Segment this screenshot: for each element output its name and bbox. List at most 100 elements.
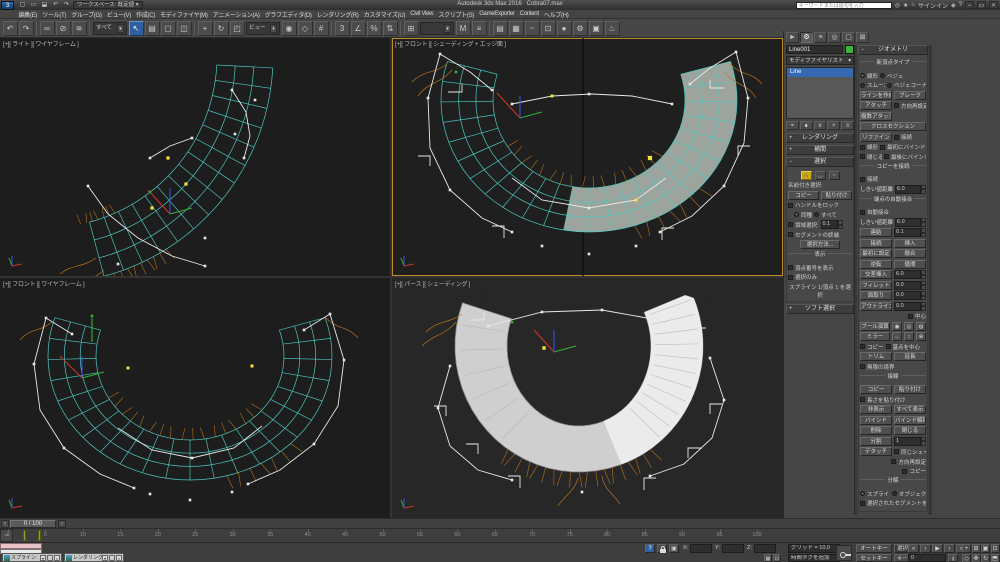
tab-hierarchy[interactable]: ≡ <box>814 32 827 43</box>
select-scale-button[interactable]: ◰ <box>230 21 245 36</box>
alike-radio[interactable] <box>794 212 799 217</box>
communication-center-icon[interactable]: ◈ <box>951 2 956 9</box>
menu-item-8[interactable]: レンダリング(R) <box>314 10 361 19</box>
segment-end-checkbox[interactable] <box>788 232 793 237</box>
close-icon[interactable]: × <box>54 555 60 561</box>
rollout-rendering[interactable]: +レンダリング <box>786 133 854 143</box>
search-icon[interactable]: ◎ <box>895 2 900 9</box>
named-selection-paste-button[interactable]: 貼り付け <box>821 191 852 200</box>
boolean-subtract-icon[interactable]: ◎ <box>904 322 914 331</box>
checkbox[interactable] <box>860 364 865 369</box>
undo-icon[interactable]: ↶ <box>51 1 60 9</box>
radio[interactable] <box>860 83 865 88</box>
align-button[interactable]: ≡ <box>472 21 487 36</box>
time-tag-field[interactable]: 時間タグを追加 <box>788 554 840 562</box>
button-接続[interactable]: 接続 <box>860 239 892 248</box>
spinner-arrows[interactable] <box>921 281 926 290</box>
button-非表示[interactable]: 非表示 <box>860 405 892 414</box>
orbit-button[interactable]: ↻ <box>981 554 990 562</box>
time-slider[interactable]: ‹ 0 / 100 › <box>0 518 1000 528</box>
set-key-button[interactable]: セットキー <box>856 554 892 562</box>
auto-key-button[interactable]: オートキー <box>856 544 892 553</box>
restore-icon[interactable]: ▾ <box>102 555 108 561</box>
menu-item-9[interactable]: カスタマイズ(U) <box>361 10 408 19</box>
checkbox[interactable] <box>860 501 865 506</box>
named-sets-dropdown[interactable]: ▾ <box>420 22 454 35</box>
redo-icon[interactable]: ↷ <box>62 1 71 9</box>
window-close-button[interactable]: × <box>989 1 998 9</box>
checkbox[interactable] <box>894 449 899 454</box>
button-ミラー[interactable]: ミラー <box>860 332 890 341</box>
schematic-view-button[interactable]: ⊡ <box>541 21 556 36</box>
select-object-button[interactable]: ↖ <box>129 21 144 36</box>
object-color-swatch[interactable] <box>845 45 854 54</box>
menu-item-11[interactable]: スクリプト(S) <box>436 10 477 19</box>
selected-only-checkbox[interactable] <box>788 275 793 280</box>
rollout-interpolation[interactable]: +補間 <box>786 145 854 155</box>
layer-manager-button[interactable]: ▤ <box>493 21 508 36</box>
select-by-name-button[interactable]: ▤ <box>145 21 160 36</box>
menu-item-14[interactable]: ヘルプ(H) <box>541 10 571 19</box>
set-key-mode-button[interactable] <box>836 545 852 561</box>
spinner-arrows[interactable] <box>921 185 926 194</box>
menu-item-6[interactable]: アニメーション(A) <box>210 10 262 19</box>
show-end-result-button[interactable]: ∎ <box>800 121 813 130</box>
time-slider-next-arrow[interactable]: › <box>58 520 66 528</box>
maximize-icon[interactable]: □ <box>109 555 115 561</box>
mirror-button[interactable]: M <box>456 21 471 36</box>
mirror-both-icon[interactable]: ⊕ <box>916 332 926 341</box>
menu-item-1[interactable]: ツール(T) <box>40 10 69 19</box>
button-分割[interactable]: 分割 <box>860 437 892 446</box>
window-crossing-button[interactable]: ◫ <box>177 21 192 36</box>
favorites-star-icon[interactable]: ★ <box>903 2 908 9</box>
viewport-front-wireframe[interactable]: [+][ フロント ][ ワイヤフレーム ] <box>0 278 390 518</box>
button-閉じる[interactable]: 閉じる <box>894 426 926 435</box>
spinner-arrows[interactable] <box>921 437 926 446</box>
bind-spacewarp-button[interactable]: ≋ <box>72 21 87 36</box>
subobject-segment-button[interactable]: ◡ <box>815 171 826 180</box>
menu-item-4[interactable]: 作成(C) <box>134 10 158 19</box>
time-slider-prev-arrow[interactable]: ‹ <box>1 520 9 528</box>
button-コピー[interactable]: コピー <box>860 385 892 394</box>
fov-button[interactable]: ◇ <box>962 554 971 562</box>
button-複数アタッチ[interactable]: 複数アタッチ <box>860 112 892 121</box>
button-アウトライン[interactable]: アウトライン <box>860 302 892 311</box>
checkbox[interactable] <box>891 459 896 464</box>
select-move-button[interactable]: + <box>198 21 213 36</box>
button-ブレーク[interactable]: ブレーク <box>894 91 926 100</box>
button-ラインを作成[interactable]: ラインを作成 <box>860 91 892 100</box>
remove-modifier-button[interactable]: × <box>827 121 840 130</box>
app-logo-icon[interactable]: 3 <box>1 1 14 10</box>
select-by-button[interactable]: 選択方法... <box>800 240 840 249</box>
named-selection-copy-button[interactable]: コピー <box>788 191 819 200</box>
button-ブール演算[interactable]: ブール演算 <box>860 322 890 331</box>
maximize-viewport-button[interactable]: ⬒ <box>991 554 1000 562</box>
minimized-window-rendering[interactable]: レンダリング ▾□× <box>64 553 124 562</box>
menu-item-0[interactable]: 編集(E) <box>16 10 40 19</box>
tab-motion[interactable]: ◎ <box>828 32 841 43</box>
show-vertex-numbers-checkbox[interactable] <box>788 265 793 270</box>
infocenter-search-input[interactable]: キーワードまたは語句を入力 <box>796 2 892 9</box>
menu-item-7[interactable]: グラフエディタ(D) <box>262 10 314 19</box>
window-restore-button[interactable]: ▭ <box>977 1 986 9</box>
button-連結[interactable]: 連結 <box>860 228 892 237</box>
spinner-snap-button[interactable]: ⇅ <box>383 21 398 36</box>
spinner-arrows[interactable] <box>921 302 926 311</box>
panel-scrollbar[interactable] <box>854 45 857 515</box>
tab-utilities[interactable]: ⊠ <box>856 32 869 43</box>
area-selection-checkbox[interactable] <box>788 222 793 227</box>
button-アタッチ[interactable]: アタッチ <box>860 101 892 110</box>
go-start-button[interactable]: « <box>908 544 919 553</box>
key-mode-toggle[interactable]: ⚷ <box>948 554 958 562</box>
checkbox[interactable] <box>880 145 885 150</box>
spinner-field[interactable]: 6.0 <box>895 218 921 227</box>
checkbox[interactable] <box>902 469 907 474</box>
button-バインド[interactable]: バインド <box>860 416 892 425</box>
checkbox[interactable] <box>860 154 865 159</box>
ref-coord-dropdown[interactable]: ビュー▾ <box>246 22 280 35</box>
object-name-field[interactable]: Line001 <box>786 45 843 54</box>
render-production-button[interactable]: ♨ <box>605 21 620 36</box>
subobject-spline-button[interactable]: ~ <box>829 171 840 180</box>
checkbox[interactable] <box>860 177 865 182</box>
button-交差挿入[interactable]: 交差挿入 <box>860 270 892 279</box>
